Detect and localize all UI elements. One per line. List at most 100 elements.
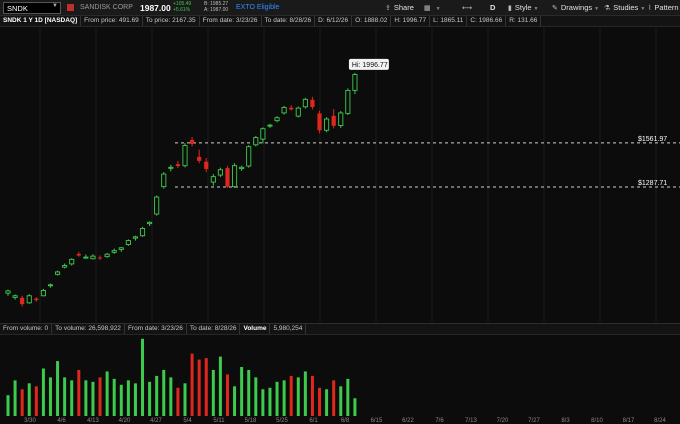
candle-body[interactable] bbox=[324, 118, 330, 131]
candle-body[interactable] bbox=[139, 228, 146, 237]
interval-button[interactable]: D bbox=[490, 3, 495, 12]
volume-bar[interactable] bbox=[353, 398, 357, 416]
volume-bar[interactable] bbox=[339, 386, 343, 416]
volume-bar[interactable] bbox=[296, 377, 300, 416]
volume-bar[interactable] bbox=[126, 380, 130, 416]
volume-bar[interactable] bbox=[261, 389, 265, 416]
candle-body[interactable] bbox=[182, 145, 188, 167]
candle-body[interactable] bbox=[253, 137, 259, 146]
candle-body[interactable] bbox=[317, 113, 322, 131]
volume-bar[interactable] bbox=[27, 383, 31, 416]
volume-pane[interactable]: From volume: 0 To volume: 26,598,922 From … bbox=[0, 323, 680, 423]
volume-bar[interactable] bbox=[204, 358, 208, 416]
volume-bar[interactable] bbox=[105, 371, 109, 416]
volume-bar[interactable] bbox=[70, 380, 74, 416]
candle-body[interactable] bbox=[175, 164, 181, 167]
candle-body[interactable] bbox=[154, 196, 160, 215]
candle-body[interactable] bbox=[345, 89, 351, 114]
chevron-down-icon[interactable]: ▼ bbox=[52, 3, 58, 9]
volume-bar[interactable] bbox=[346, 378, 350, 416]
candle-body[interactable] bbox=[12, 295, 18, 298]
candle-body[interactable] bbox=[69, 258, 75, 265]
candle-body[interactable] bbox=[62, 265, 68, 268]
candle-body[interactable] bbox=[125, 240, 131, 246]
candle-body[interactable] bbox=[302, 98, 308, 108]
candle-body[interactable] bbox=[40, 289, 46, 297]
volume-bar[interactable] bbox=[282, 380, 286, 416]
candle-body[interactable] bbox=[267, 124, 273, 127]
studies-button[interactable]: ⚗ Studies ▼ bbox=[604, 3, 645, 12]
volume-bar[interactable] bbox=[169, 377, 173, 416]
candle-body[interactable] bbox=[210, 176, 216, 183]
volume-bar[interactable] bbox=[211, 369, 215, 416]
price-chart-pane[interactable]: $1561.97 $1287.71 Hi: 1996.77 bbox=[0, 27, 680, 322]
volume-bar[interactable] bbox=[218, 356, 222, 416]
candle-body[interactable] bbox=[161, 173, 167, 188]
candle-body[interactable] bbox=[274, 117, 280, 122]
candle-body[interactable] bbox=[289, 107, 294, 110]
volume-bar[interactable] bbox=[34, 386, 38, 416]
volume-bar[interactable] bbox=[77, 369, 81, 416]
candle-body[interactable] bbox=[26, 295, 32, 304]
patterns-button[interactable]: ⌇ Pattern bbox=[648, 3, 679, 12]
volume-bar[interactable] bbox=[310, 375, 314, 416]
candle-body[interactable] bbox=[246, 146, 252, 167]
volume-bar[interactable] bbox=[48, 377, 52, 416]
symbol-input[interactable]: SNDK ▼ bbox=[3, 2, 61, 14]
volume-bar[interactable] bbox=[289, 375, 293, 416]
volume-bar[interactable] bbox=[190, 353, 194, 416]
volume-bar[interactable] bbox=[13, 380, 17, 416]
candle-body[interactable] bbox=[239, 166, 245, 170]
style-button[interactable]: ▮ Style ▼ bbox=[508, 3, 539, 12]
drawings-button[interactable]: ✎ Drawings ▼ bbox=[552, 3, 599, 12]
candle-body[interactable] bbox=[34, 298, 39, 301]
price-chart[interactable]: $1561.97 $1287.71 Hi: 1996.77 bbox=[0, 27, 680, 322]
volume-bar[interactable] bbox=[41, 368, 45, 416]
volume-bar[interactable] bbox=[197, 359, 201, 416]
candle-body[interactable] bbox=[168, 166, 174, 169]
candle-body[interactable] bbox=[310, 99, 315, 107]
candle-body[interactable] bbox=[189, 139, 195, 144]
candle-body[interactable] bbox=[83, 256, 89, 259]
volume-bar[interactable] bbox=[98, 377, 102, 416]
volume-bar[interactable] bbox=[332, 380, 336, 416]
volume-bar[interactable] bbox=[254, 377, 258, 416]
candle-body[interactable] bbox=[104, 253, 110, 258]
volume-bar[interactable] bbox=[225, 374, 229, 416]
candle-body[interactable] bbox=[90, 255, 96, 260]
volume-bar[interactable] bbox=[20, 389, 24, 416]
candle-body[interactable] bbox=[204, 161, 209, 169]
volume-bar[interactable] bbox=[56, 361, 60, 416]
volume-bar[interactable] bbox=[84, 380, 88, 416]
volume-bar[interactable] bbox=[268, 387, 272, 416]
volume-bar[interactable] bbox=[233, 386, 237, 416]
candle-body[interactable] bbox=[225, 168, 230, 187]
volume-bar[interactable] bbox=[240, 366, 244, 416]
candle-body[interactable] bbox=[97, 257, 103, 259]
candle-body[interactable] bbox=[76, 253, 81, 256]
volume-bar[interactable] bbox=[176, 387, 180, 416]
volume-bar[interactable] bbox=[318, 387, 322, 416]
volume-bar[interactable] bbox=[91, 381, 95, 416]
volume-bar[interactable] bbox=[303, 371, 307, 416]
candle-body[interactable] bbox=[338, 112, 344, 126]
volume-bar[interactable] bbox=[6, 395, 10, 416]
volume-chart[interactable]: 3/30 4/6 4/13 4/20 4/27 5/4 5/11 5/18 5/25 6/1 6/8… bbox=[0, 335, 680, 423]
candle-body[interactable] bbox=[331, 115, 336, 126]
candle-body[interactable] bbox=[352, 74, 358, 91]
ruler-button[interactable]: ⟷ bbox=[462, 3, 475, 12]
volume-bar[interactable] bbox=[141, 338, 145, 416]
volume-bar[interactable] bbox=[183, 383, 187, 416]
candle-body[interactable] bbox=[20, 297, 25, 305]
volume-bar[interactable] bbox=[119, 384, 123, 416]
volume-bar[interactable] bbox=[325, 389, 329, 416]
options-button[interactable]: ▦ ▼ bbox=[424, 3, 441, 12]
candle-body[interactable] bbox=[55, 271, 61, 275]
volume-bar[interactable] bbox=[63, 377, 67, 416]
candle-body[interactable] bbox=[147, 221, 153, 225]
candle-body[interactable] bbox=[295, 107, 301, 117]
volume-bar[interactable] bbox=[148, 381, 152, 416]
candle-body[interactable] bbox=[111, 250, 117, 253]
candle-body[interactable] bbox=[232, 165, 238, 188]
candle-body[interactable] bbox=[132, 236, 138, 239]
